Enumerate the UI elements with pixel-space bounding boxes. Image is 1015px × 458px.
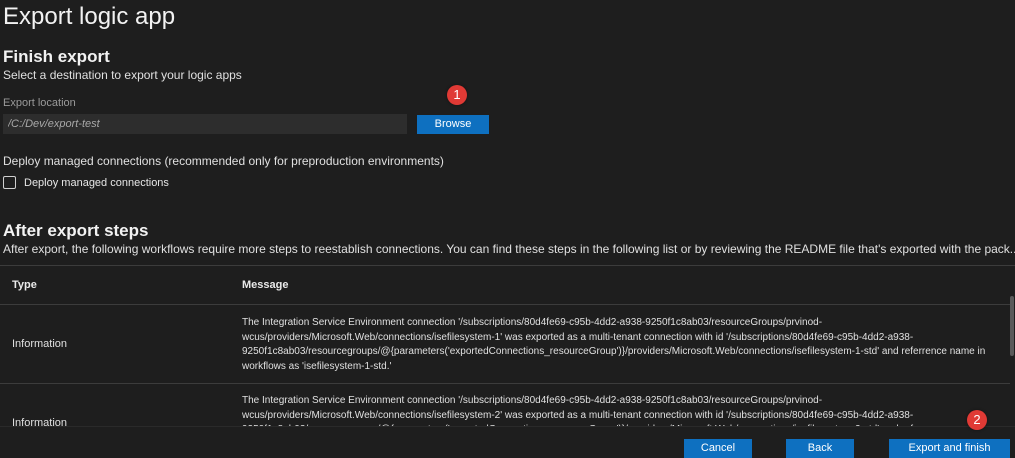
export-and-finish-button[interactable]: Export and finish [889,439,1010,458]
column-header-message: Message [242,279,289,291]
back-button[interactable]: Back [786,439,854,458]
export-location-label: Export location [3,97,76,109]
annotation-badge-1: 1 [447,85,467,105]
page-title: Export logic app [3,3,176,30]
column-header-type: Type [12,279,37,291]
export-location-input[interactable] [3,114,407,134]
cell-type: Information [12,338,68,350]
deploy-managed-connections-checkbox[interactable] [3,176,16,189]
after-export-description: After export, the following workflows re… [3,242,1015,256]
after-export-heading: After export steps [3,221,149,240]
table-row: Information The Integration Service Envi… [0,384,1010,426]
managed-connections-description: Deploy managed connections (recommended … [3,154,444,168]
finish-export-subtitle: Select a destination to export your logi… [3,68,242,82]
scrollbar-thumb[interactable] [1010,296,1014,356]
table-header: Type Message [0,266,1010,305]
after-export-steps-table: Type Message Information The Integration… [0,265,1015,426]
cell-message: The Integration Service Environment conn… [242,317,986,372]
finish-export-heading: Finish export [3,47,110,66]
browse-button[interactable]: Browse [417,115,489,134]
footer-divider [0,426,1015,427]
cell-message: The Integration Service Environment conn… [242,395,985,426]
table-scrollbar[interactable] [1010,266,1015,426]
deploy-managed-connections-label[interactable]: Deploy managed connections [24,177,169,189]
table-row: Information The Integration Service Envi… [0,305,1010,384]
cancel-button[interactable]: Cancel [684,439,752,458]
annotation-badge-2: 2 [967,410,987,430]
cell-type: Information [12,417,68,426]
